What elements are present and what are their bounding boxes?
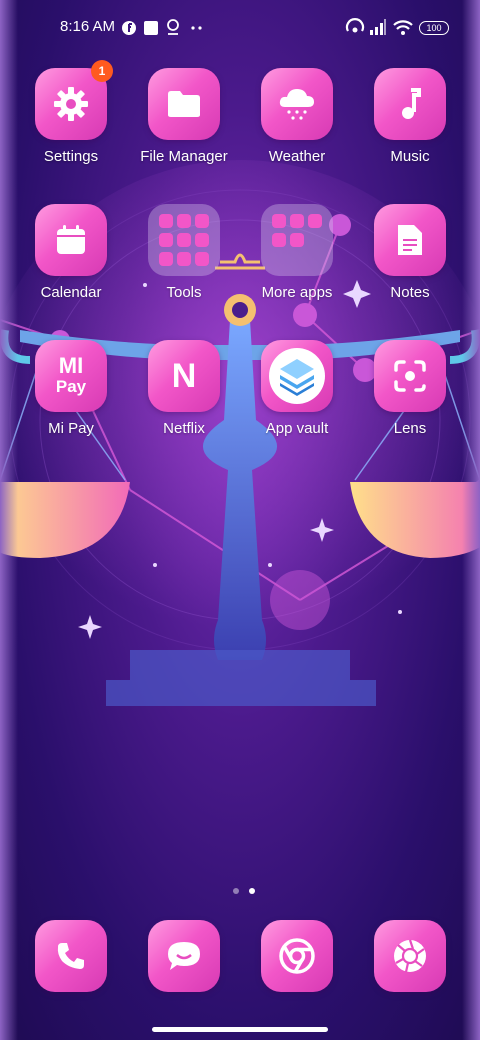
dock-phone[interactable] <box>16 920 126 992</box>
folder-more-apps-icon <box>261 204 333 276</box>
more-dots-icon <box>191 26 202 30</box>
wifi-icon <box>393 20 413 35</box>
app-settings[interactable]: 1 Settings <box>16 60 126 165</box>
app-netflix[interactable]: N Netflix <box>129 340 239 437</box>
phone-icon <box>35 920 107 992</box>
app-label: Weather <box>268 148 326 165</box>
calendar-icon <box>35 204 107 276</box>
app-label: Netflix <box>163 420 205 437</box>
gear-icon: 1 <box>35 60 113 140</box>
app-label: App vault <box>265 420 329 437</box>
status-bar: 8:16 AM 100 <box>0 0 480 56</box>
gesture-nav-bar[interactable] <box>152 1027 328 1032</box>
app-file-manager[interactable]: File Manager <box>129 68 239 165</box>
hotspot-icon <box>345 18 365 33</box>
app-notes[interactable]: Notes <box>355 204 465 301</box>
dock-messages[interactable] <box>129 920 239 992</box>
folder-label: More apps <box>261 284 333 301</box>
battery-icon: 100 <box>419 21 449 35</box>
lens-icon <box>374 340 446 412</box>
app-vault-icon <box>261 340 333 412</box>
app-label: Notes <box>390 284 430 301</box>
app-lens[interactable]: Lens <box>355 340 465 437</box>
app-label: Mi Pay <box>48 420 94 437</box>
app-label: Calendar <box>40 284 102 301</box>
app-music[interactable]: Music <box>355 68 465 165</box>
chat-icon <box>148 920 220 992</box>
page-dot-1[interactable] <box>233 888 239 894</box>
dock-camera[interactable] <box>355 920 465 992</box>
f-icon <box>122 21 136 35</box>
mipay-logo-subtext: Pay <box>55 377 87 396</box>
app-vault[interactable]: App vault <box>242 340 352 437</box>
status-time: 8:16 AM <box>60 18 116 35</box>
netflix-logo-text: N <box>171 356 197 395</box>
page-dot-2-active[interactable] <box>249 888 255 894</box>
app-weather[interactable]: Weather <box>242 68 352 165</box>
notes-icon <box>374 204 446 276</box>
folder-label: Tools <box>166 284 202 301</box>
app-calendar[interactable]: Calendar <box>16 204 126 301</box>
dock-chrome[interactable] <box>242 920 352 992</box>
mipay-logo-text: MI <box>58 353 84 378</box>
app-label: Settings <box>43 148 99 165</box>
folder-tools-icon <box>148 204 220 276</box>
netflix-icon: N <box>148 340 220 412</box>
chrome-icon <box>261 920 333 992</box>
app-label: File Manager <box>140 148 228 165</box>
square-icon <box>144 21 158 35</box>
folder-icon <box>148 68 220 140</box>
camera-shutter-icon <box>374 920 446 992</box>
page-indicator[interactable] <box>228 879 260 898</box>
folder-more-apps[interactable]: More apps <box>242 204 352 301</box>
app-label: Lens <box>393 420 427 437</box>
app-mi-pay[interactable]: MI Pay Mi Pay <box>16 340 126 437</box>
app-label: Music <box>390 148 430 165</box>
mipay-icon: MI Pay <box>35 340 107 412</box>
music-note-icon <box>374 68 446 140</box>
location-icon <box>167 19 179 35</box>
notification-badge: 1 <box>91 60 113 82</box>
snow-cloud-icon <box>261 68 333 140</box>
folder-tools[interactable]: Tools <box>129 204 239 301</box>
signal-icon <box>370 19 386 35</box>
